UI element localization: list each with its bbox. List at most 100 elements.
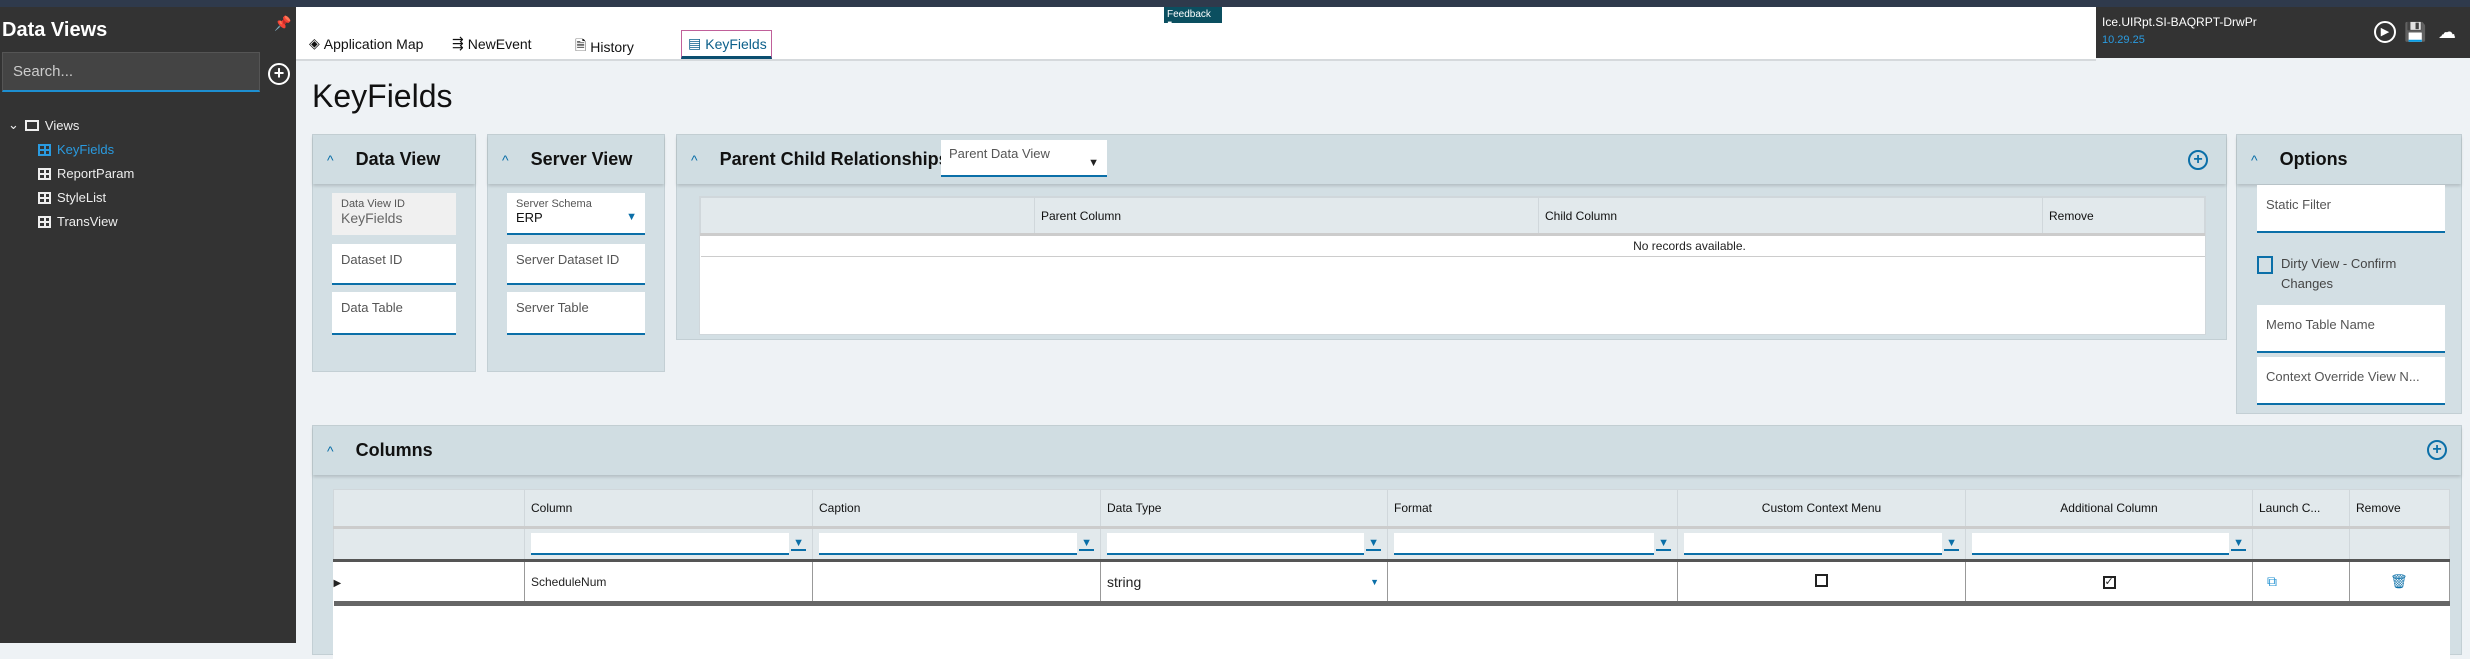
column-header-remove: Remove	[2349, 489, 2450, 528]
launch-icon[interactable]: ⧉	[2252, 560, 2350, 604]
data-table-field[interactable]: Data Table	[332, 292, 456, 335]
sidebar-title: Data Views	[2, 19, 108, 41]
filter-icon[interactable]: ▼	[1656, 537, 1671, 551]
no-records-message: No records available.	[700, 233, 2205, 257]
checkbox-unchecked[interactable]	[1815, 573, 1828, 587]
filter-icon[interactable]: ▼	[1366, 537, 1381, 551]
play-icon[interactable]: ▶	[2374, 21, 2396, 43]
chevron-up-icon[interactable]: ^	[327, 443, 334, 459]
app-title: Ice.UIRpt.SI-BAQRPT-DrwPr	[2102, 15, 2257, 29]
filter-cell: ▼	[524, 527, 813, 561]
history-icon: 🗎	[575, 37, 587, 53]
panel-header[interactable]: ^ Parent Child Relationships	[677, 135, 2226, 184]
static-filter-field[interactable]: Static Filter	[2257, 185, 2445, 233]
tab-newevent[interactable]: ⇶ NewEvent	[452, 35, 532, 52]
filter-icon[interactable]: ▼	[791, 537, 806, 551]
filter-icon[interactable]: ▼	[2231, 537, 2246, 551]
parent-child-panel: ^ Parent Child Relationships Parent Data …	[676, 134, 2227, 340]
server-view-panel: ^ Server View Server Schema ERP ▼ Server Da…	[487, 134, 665, 372]
feedback-label: Feedback	[1167, 9, 1211, 20]
chevron-up-icon[interactable]: ^	[327, 152, 334, 168]
column-header-child[interactable]: Child Column	[1538, 197, 2043, 235]
panel-header[interactable]: ^ Options	[2237, 135, 2461, 184]
panel-header[interactable]: ^ Data View	[313, 135, 475, 184]
filter-icon[interactable]: ▼	[1944, 537, 1959, 551]
column-header-parent[interactable]: Parent Column	[1034, 197, 1539, 235]
folder-icon	[24, 119, 39, 131]
caret-down-icon: ▼	[626, 211, 637, 223]
feedback-button[interactable]: Feedback ▮	[1164, 7, 1222, 31]
column-header-format[interactable]: Format	[1387, 489, 1678, 528]
checkbox[interactable]	[2257, 256, 2273, 274]
column-header-launch[interactable]: Launch C...	[2252, 489, 2350, 528]
parent-data-view-dropdown[interactable]: Parent Data View ▼	[941, 140, 1107, 177]
field-label: Parent Data View	[949, 146, 1050, 161]
add-column-button[interactable]: +	[2427, 440, 2447, 460]
dataset-id-field[interactable]: Dataset ID	[332, 244, 456, 285]
tab-history[interactable]: 🗎 History	[575, 35, 634, 59]
filter-cell	[2252, 527, 2350, 561]
dirty-view-option[interactable]: Dirty View - Confirm Changes	[2257, 254, 2437, 294]
checkbox-checked[interactable]: ✓	[2102, 576, 2116, 589]
row-selector[interactable]: ▶	[333, 560, 525, 604]
chevron-up-icon[interactable]: ^	[502, 152, 509, 168]
server-schema-dropdown[interactable]: Server Schema ERP ▼	[507, 193, 645, 235]
table-icon: ▤	[688, 35, 702, 51]
column-header-additional-column[interactable]: Additional Column	[1965, 489, 2253, 528]
context-override-field[interactable]: Context Override View N...	[2257, 357, 2445, 405]
panel-header[interactable]: ^ Columns	[313, 426, 2461, 475]
filter-input-additional-column[interactable]	[1972, 533, 2230, 555]
tree-item-label: ReportParam	[57, 166, 135, 181]
column-header-data-type[interactable]: Data Type	[1100, 489, 1388, 528]
server-table-field[interactable]: Server Table	[507, 292, 645, 335]
tab-label: NewEvent	[467, 35, 532, 52]
filter-input-data-type[interactable]	[1107, 533, 1365, 555]
filter-input-column[interactable]	[531, 533, 790, 555]
filter-cell: ▼	[1387, 527, 1678, 561]
memo-table-field[interactable]: Memo Table Name	[2257, 305, 2445, 353]
chevron-up-icon[interactable]: ^	[691, 152, 698, 168]
table-row[interactable]: ▶ ScheduleNum string ▼ ✓ ⧉ 🗑	[333, 560, 2450, 604]
pin-icon[interactable]: 📌	[274, 15, 291, 32]
cell-data-type[interactable]: string ▼	[1100, 560, 1388, 604]
column-header-caption[interactable]: Caption	[812, 489, 1101, 528]
tab-keyfields[interactable]: ▤ KeyFields	[681, 30, 772, 59]
save-icon[interactable]: 💾	[2404, 21, 2426, 43]
tree-root-label: Views	[44, 117, 80, 133]
filter-input-format[interactable]	[1394, 533, 1655, 555]
column-header	[700, 197, 1035, 235]
tab-label: History	[590, 39, 634, 55]
column-header-custom-context-menu[interactable]: Custom Context Menu	[1677, 489, 1966, 528]
data-view-panel: ^ Data View Data View ID KeyFields Dataset…	[312, 134, 476, 372]
add-view-button[interactable]: +	[268, 63, 290, 85]
tree-item-stylelist[interactable]: StyleList	[38, 190, 106, 205]
options-panel: ^ Options Static Filter Dirty View - Conf…	[2236, 134, 2462, 414]
column-header-column[interactable]: Column	[524, 489, 813, 528]
tree-item-keyfields[interactable]: KeyFields	[38, 142, 114, 157]
checkbox-label: Dirty View - Confirm Changes	[2281, 256, 2397, 291]
cell-column[interactable]: ScheduleNum	[524, 560, 813, 604]
server-dataset-id-field[interactable]: Server Dataset ID	[507, 244, 645, 285]
cell-caption[interactable]	[812, 560, 1101, 604]
cloud-upload-icon[interactable]: ☁	[2436, 21, 2458, 43]
cell-format[interactable]	[1387, 560, 1678, 604]
add-relationship-button[interactable]: +	[2188, 150, 2208, 170]
layers-icon: ◈	[309, 35, 320, 51]
field-value: KeyFields	[341, 210, 403, 226]
tree-item-label: TransView	[57, 214, 118, 229]
tree-node-views[interactable]: ⌄ Views	[8, 117, 79, 133]
tree-item-transview[interactable]: TransView	[38, 214, 118, 229]
panel-header[interactable]: ^ Server View	[488, 135, 664, 184]
filter-input-custom-context-menu[interactable]	[1684, 533, 1943, 555]
search-input[interactable]: Search...	[2, 52, 260, 92]
filter-icon[interactable]: ▼	[1079, 537, 1094, 551]
app-version: 10.29.25	[2102, 34, 2145, 46]
tree-item-reportparam[interactable]: ReportParam	[38, 166, 134, 181]
filter-input-caption[interactable]	[819, 533, 1078, 555]
tab-label: Application Map	[323, 35, 424, 52]
trash-icon[interactable]: 🗑	[2349, 560, 2450, 604]
table-icon	[38, 215, 51, 228]
tab-application-map[interactable]: ◈ Application Map	[309, 35, 423, 52]
panel-title: Columns	[355, 440, 433, 460]
chevron-up-icon[interactable]: ^	[2251, 152, 2258, 168]
